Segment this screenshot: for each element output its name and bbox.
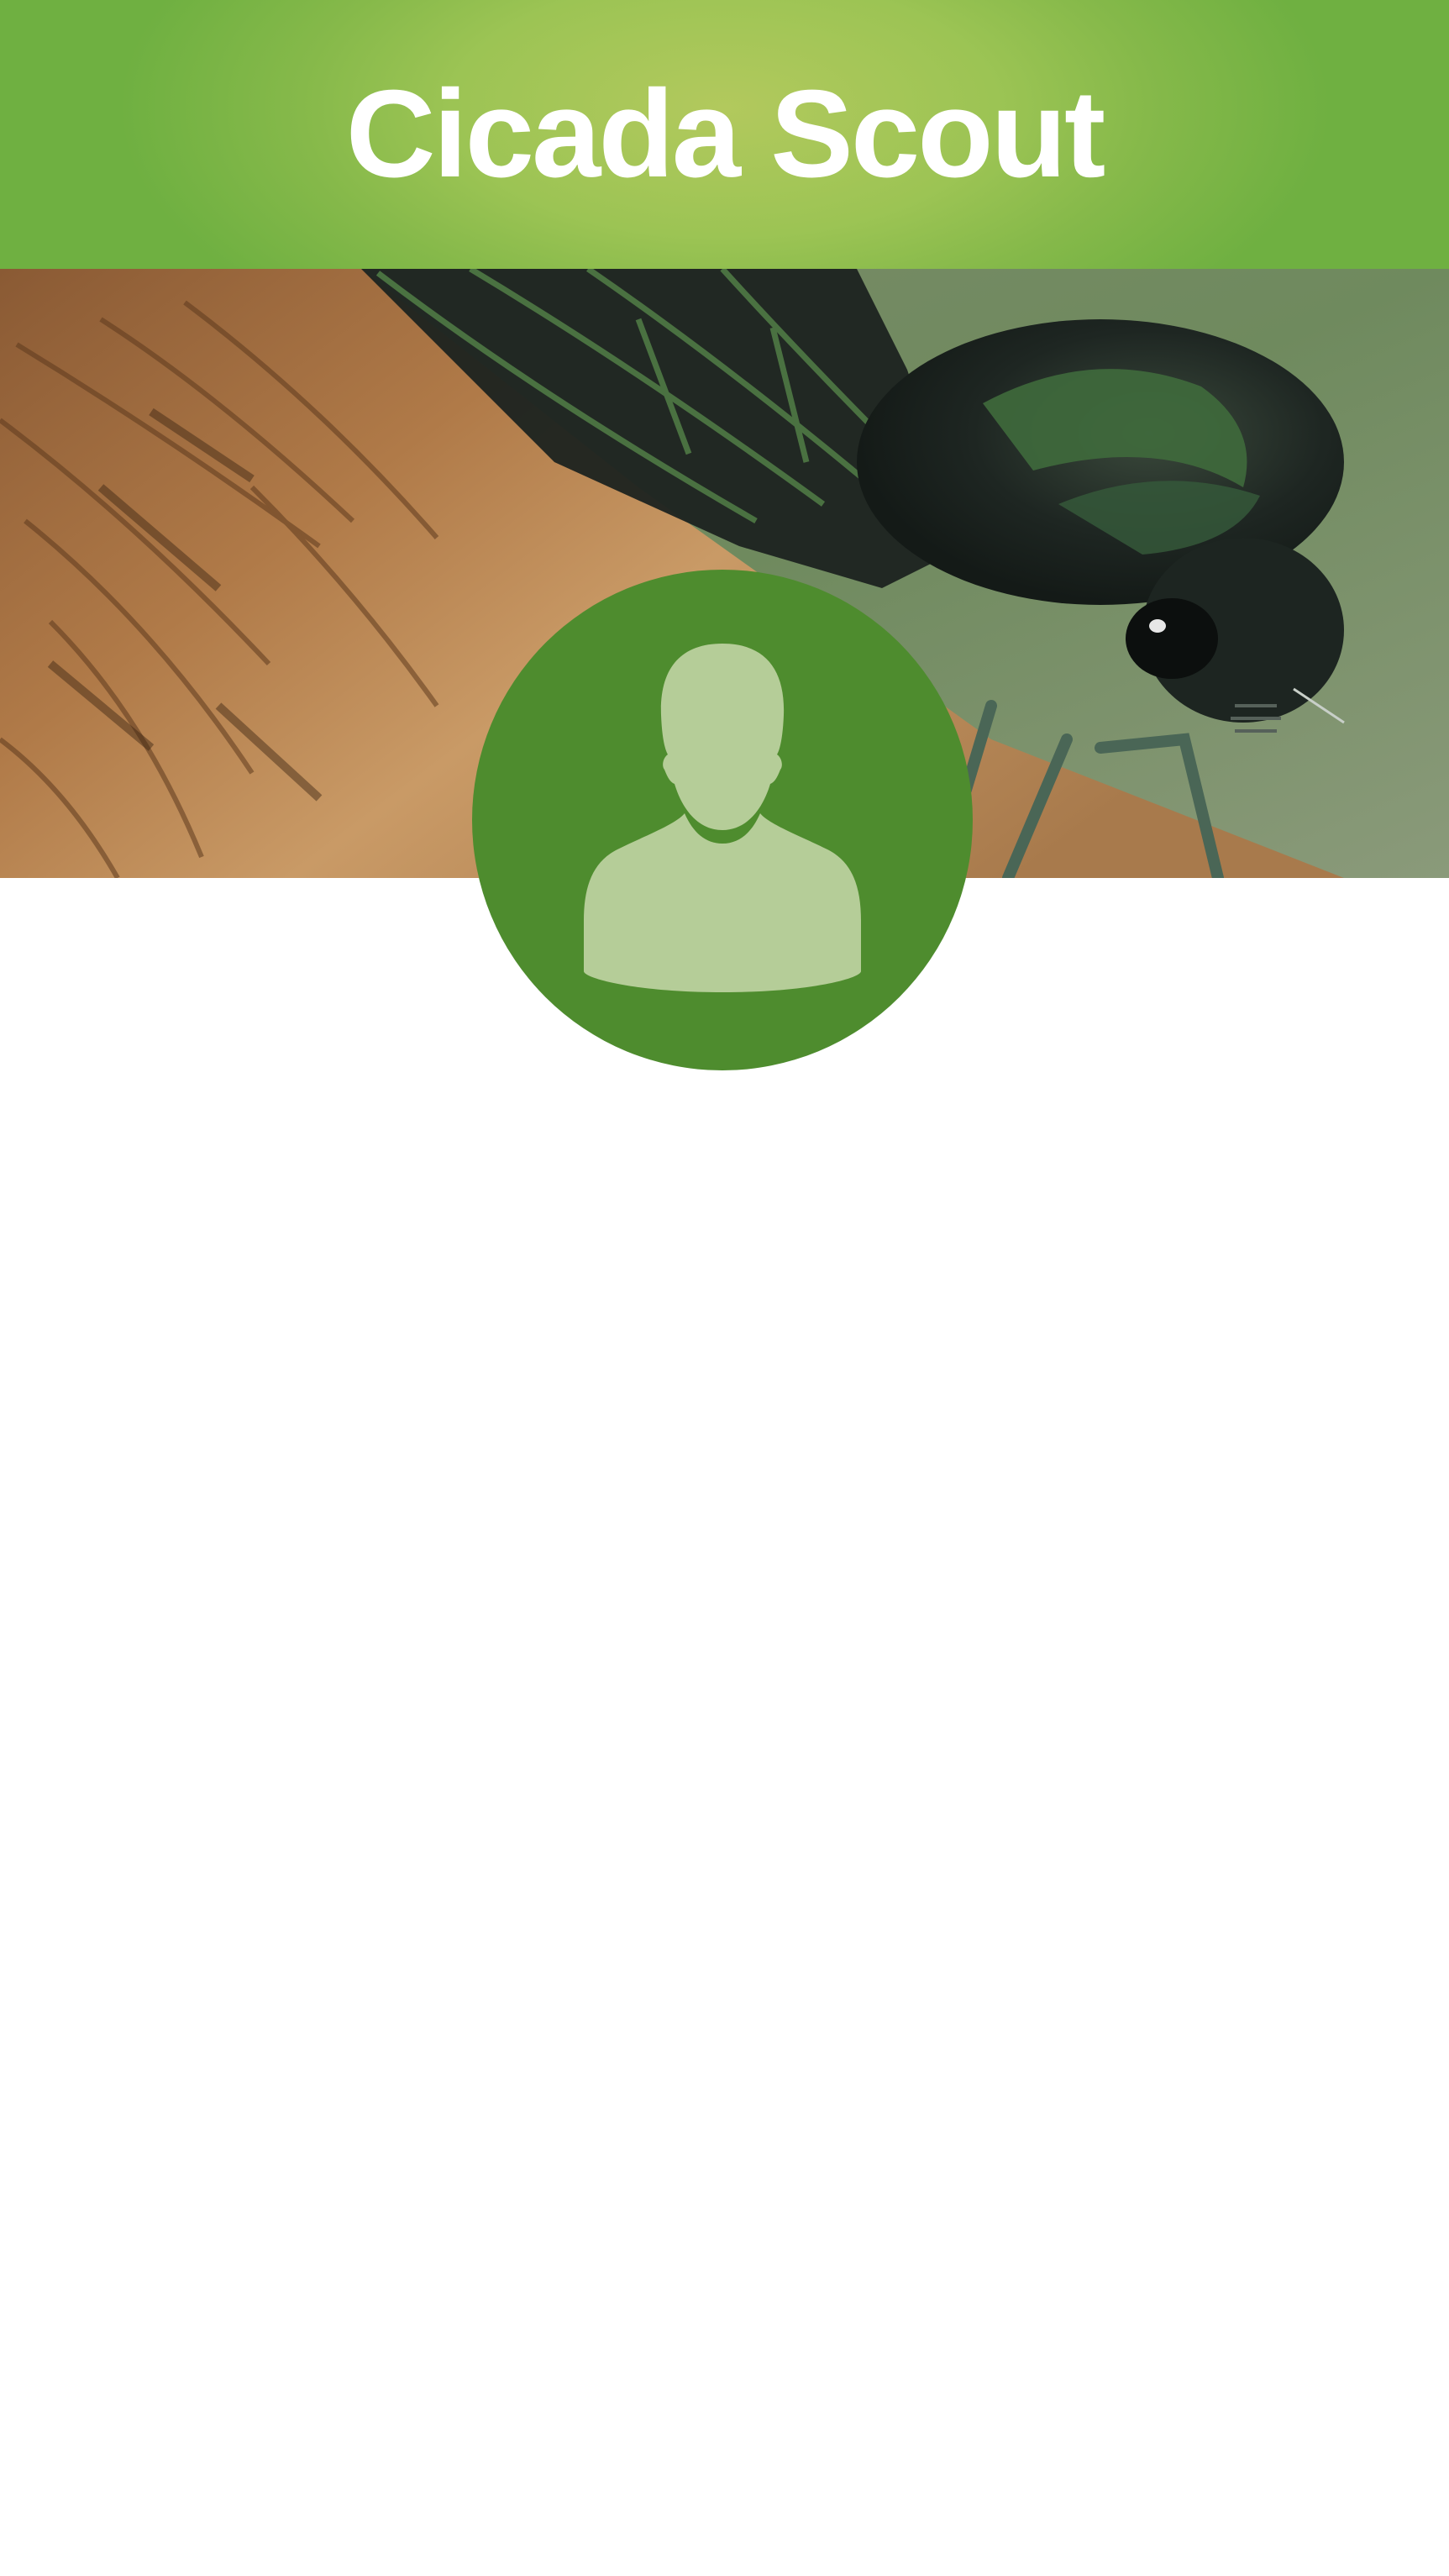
app-header: Cicada Scout <box>0 0 1449 269</box>
user-silhouette-icon <box>584 644 861 992</box>
app-title: Cicada Scout <box>345 65 1106 203</box>
profile-screen: Cicada Scout <box>0 0 1449 2576</box>
profile-avatar[interactable] <box>472 570 973 1070</box>
